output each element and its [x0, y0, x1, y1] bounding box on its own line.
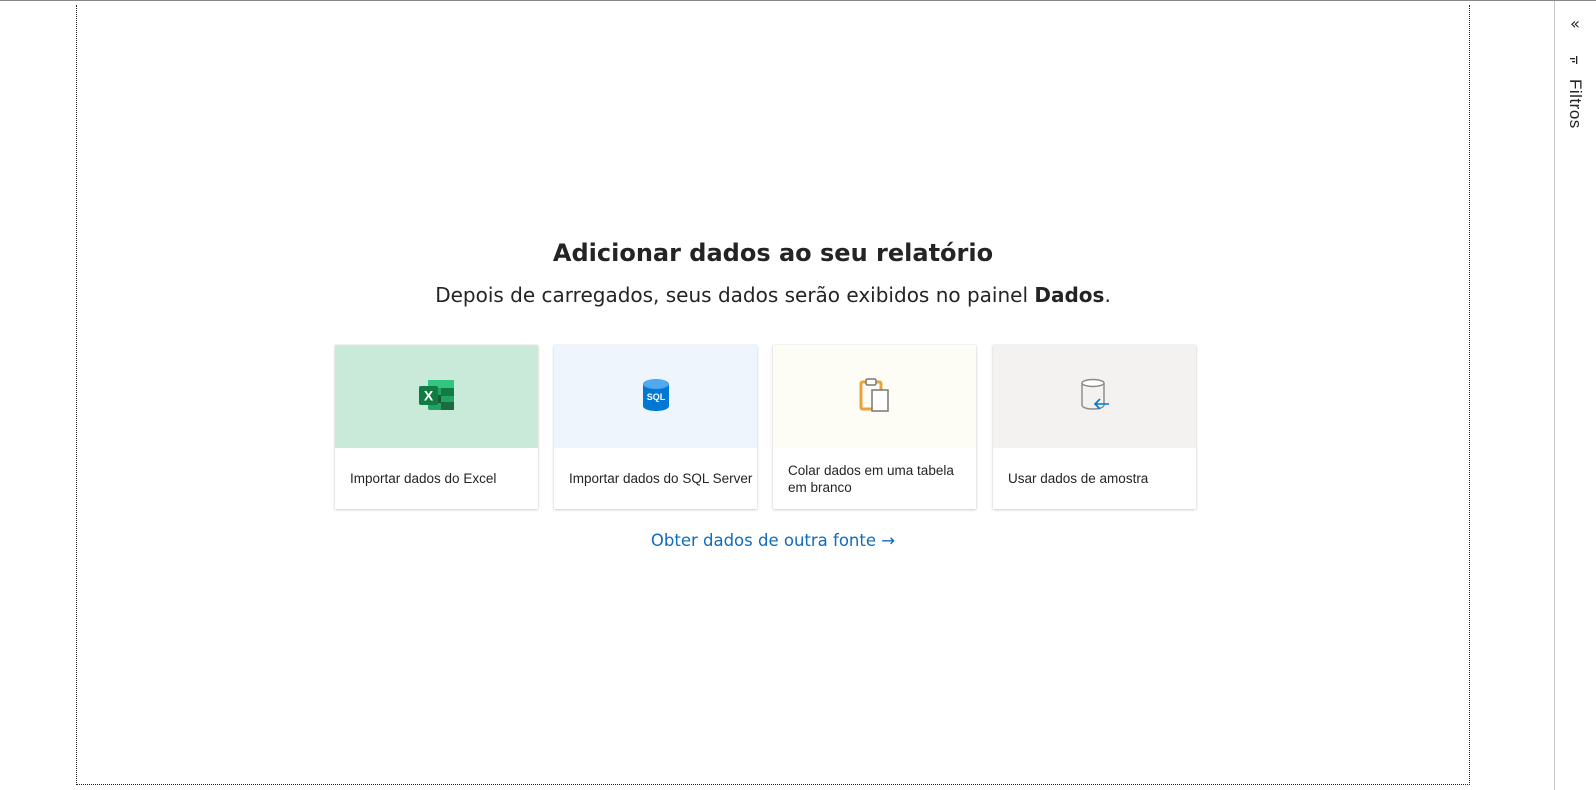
- data-source-cards: X Importar dados do Excel SQL Importar d…: [335, 345, 1215, 517]
- report-canvas: Adicionar dados ao seu relatório Depois …: [0, 1, 1554, 790]
- welcome-title: Adicionar dados ao seu relatório: [552, 239, 994, 267]
- filters-pane-label[interactable]: Filtros: [1565, 79, 1585, 129]
- welcome-subtitle: Depois de carregados, seus dados serão e…: [77, 281, 1469, 309]
- sample-data-card[interactable]: Usar dados de amostra: [993, 345, 1196, 509]
- card-label: Importar dados do SQL Server: [569, 471, 753, 486]
- card-label: Importar dados do Excel: [350, 471, 497, 486]
- sql-server-icon: SQL: [641, 378, 671, 416]
- other-source-row: Obter dados de outra fonte →: [77, 531, 1469, 550]
- card-label: Colar dados em uma tabela em branco: [788, 462, 954, 495]
- card-icon-area: [993, 345, 1196, 448]
- excel-icon-letter: X: [423, 387, 433, 403]
- import-excel-card[interactable]: X Importar dados do Excel: [335, 345, 538, 509]
- card-icon-area: [773, 345, 976, 448]
- welcome-panel: Adicionar dados ao seu relatório Depois …: [77, 237, 1469, 309]
- card-icon-area: X: [335, 345, 538, 448]
- card-icon-area: SQL: [554, 345, 757, 448]
- clipboard-icon: [858, 377, 892, 417]
- welcome-subtitle-text: Depois de carregados, seus dados serão e…: [435, 283, 1035, 307]
- paste-data-card[interactable]: Colar dados em uma tabela em branco: [773, 345, 976, 509]
- welcome-subtitle-bold: Dados: [1034, 283, 1105, 307]
- filter-icon: [1567, 53, 1583, 67]
- excel-icon: X: [418, 378, 456, 416]
- sql-icon-text: SQL: [646, 392, 665, 402]
- welcome-subtitle-end: .: [1104, 283, 1111, 307]
- import-sql-server-card[interactable]: SQL Importar dados do SQL Server: [554, 345, 757, 509]
- get-data-other-source-link[interactable]: Obter dados de outra fonte →: [651, 531, 895, 550]
- double-chevron-left-icon[interactable]: «: [1565, 13, 1585, 33]
- report-page: Adicionar dados ao seu relatório Depois …: [76, 5, 1470, 785]
- sample-data-icon: [1078, 377, 1112, 417]
- filters-pane: « Filtros: [1554, 1, 1596, 790]
- card-label: Usar dados de amostra: [1008, 471, 1149, 486]
